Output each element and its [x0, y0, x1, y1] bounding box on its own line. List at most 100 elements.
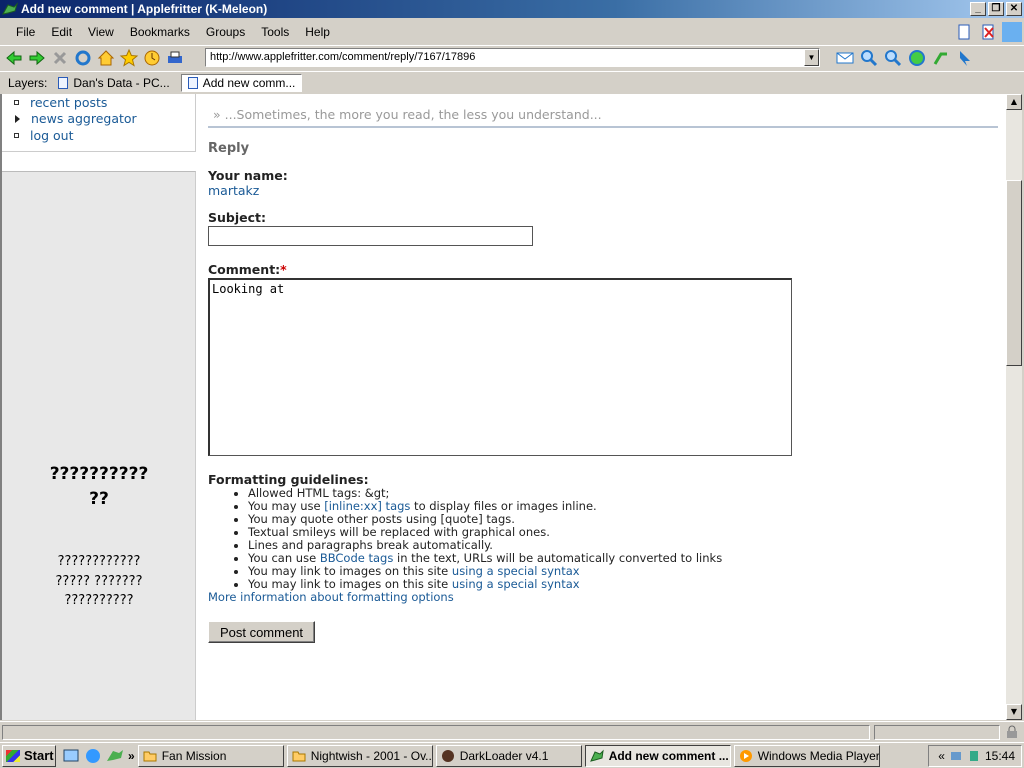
more-formatting-info-link[interactable]: More information about formatting option… [208, 591, 998, 604]
layer-tab-add-comment[interactable]: Add new comm... [180, 73, 303, 92]
tray-expand-icon[interactable]: « [938, 749, 945, 763]
more-quick-launch-icon[interactable]: » [128, 749, 135, 763]
special-syntax-link[interactable]: using a special syntax [452, 564, 580, 578]
menu-groups[interactable]: Groups [206, 25, 245, 39]
guideline-text: You may link to images on this site [248, 577, 452, 591]
menu-tools[interactable]: Tools [261, 25, 289, 39]
kmeleon-icon [2, 2, 18, 15]
zoom-out-icon[interactable] [883, 48, 903, 68]
subject-input[interactable] [208, 226, 533, 246]
task-fan-mission[interactable]: Fan Mission [137, 744, 284, 767]
guideline-text: You may use [248, 499, 325, 513]
bookmark-star-icon[interactable] [119, 48, 139, 68]
close-button[interactable]: ✕ [1006, 2, 1022, 16]
task-label: Nightwish - 2001 - Ov... [310, 748, 433, 763]
layer-tab-dans-data[interactable]: Dan's Data - PC... [51, 74, 176, 92]
sidebar-item-recent-posts[interactable]: recent posts [14, 94, 195, 111]
task-label: DarkLoader v4.1 [459, 748, 549, 763]
guideline-text: You may link to images on this site [248, 564, 452, 578]
document-icon [58, 76, 69, 89]
sidebar-heading: ?????????? ?? [2, 462, 196, 512]
cursor-icon[interactable] [955, 48, 975, 68]
guideline-text: Allowed HTML tags: &gt; [248, 486, 390, 500]
your-name-value[interactable]: martakz [208, 183, 998, 198]
task-label: Fan Mission [161, 748, 227, 763]
minimize-button[interactable]: _ [970, 2, 986, 16]
comment-label-text: Comment: [208, 262, 281, 277]
comment-textarea[interactable]: Looking at [208, 278, 792, 456]
url-input[interactable]: http://www.applefritter.com/comment/repl… [205, 48, 820, 67]
menu-edit[interactable]: Edit [51, 25, 72, 39]
globe-icon[interactable] [907, 48, 927, 68]
task-label: Add new comment ... [608, 748, 729, 763]
bbcode-tags-link[interactable]: BBCode tags [320, 551, 394, 565]
folder-icon [292, 751, 306, 761]
comment-label: Comment:* [208, 262, 998, 277]
menu-help[interactable]: Help [305, 25, 330, 39]
quick-launch: » [62, 747, 135, 765]
formatting-guidelines-label: Formatting guidelines: [208, 472, 369, 487]
back-icon[interactable] [4, 48, 24, 68]
sidebar-link[interactable]: log out [30, 128, 74, 143]
document-icon [187, 76, 198, 89]
home-icon[interactable] [96, 48, 116, 68]
guideline-text: to display files or images inline. [410, 499, 597, 513]
sidebar-heading-line: ?????????? [49, 464, 149, 484]
url-dropdown-button[interactable]: ▼ [804, 49, 819, 66]
menu-file[interactable]: File [16, 25, 35, 39]
network-icon[interactable] [949, 749, 963, 763]
reload-icon[interactable] [73, 48, 93, 68]
lock-icon [1007, 725, 1017, 738]
print-icon[interactable] [165, 48, 185, 68]
sidebar-link[interactable]: news aggregator [31, 111, 137, 126]
new-layer-icon[interactable] [954, 22, 974, 42]
forward-icon[interactable] [27, 48, 47, 68]
sidebar-item-news-aggregator[interactable]: news aggregator [14, 111, 195, 128]
menu-bookmarks[interactable]: Bookmarks [130, 25, 190, 39]
main-form-area: » ...Sometimes, the more you read, the l… [208, 94, 998, 643]
guideline-text: in the text, URLs will be automatically … [393, 551, 723, 565]
kmeleon-launch-icon[interactable] [106, 747, 124, 765]
scroll-thumb[interactable] [1006, 180, 1022, 366]
sidebar-text: ???????????? ????? ??????? ?????????? [2, 552, 196, 611]
restore-button[interactable]: ❐ [988, 2, 1004, 16]
menu-bar: File Edit View Bookmarks Groups Tools He… [0, 22, 1024, 42]
scroll-up-button[interactable]: ▲ [1006, 94, 1022, 110]
your-name-label: Your name: [208, 168, 288, 183]
navigation-toolbar: http://www.applefritter.com/comment/repl… [0, 45, 1024, 69]
folder-icon [143, 751, 157, 761]
menu-view[interactable]: View [88, 25, 114, 39]
history-icon[interactable] [142, 48, 162, 68]
volume-icon[interactable] [967, 749, 981, 763]
zoom-in-icon[interactable] [859, 48, 879, 68]
task-windows-media-player[interactable]: Windows Media Player [733, 744, 880, 767]
throbber-icon [1002, 22, 1022, 42]
sidebar-item-log-out[interactable]: log out [14, 127, 195, 144]
layer-tab-label: Add new comm... [202, 75, 296, 90]
expand-arrow-icon[interactable] [15, 114, 20, 123]
close-layer-icon[interactable] [978, 22, 998, 42]
formatting-guidelines-list: Allowed HTML tags: &gt; You may use [inl… [208, 487, 998, 591]
url-text: http://www.applefritter.com/comment/repl… [210, 51, 476, 63]
stop-icon[interactable] [50, 48, 70, 68]
scroll-down-button[interactable]: ▼ [1006, 704, 1022, 720]
internet-explorer-icon[interactable] [84, 747, 102, 765]
sidebar-link[interactable]: recent posts [30, 95, 107, 110]
start-button[interactable]: Start [2, 744, 56, 767]
mail-icon[interactable] [835, 48, 855, 68]
go-icon[interactable] [931, 48, 951, 68]
special-syntax-link[interactable]: using a special syntax [452, 577, 580, 591]
system-tray: « 15:44 [928, 745, 1022, 767]
title-bar[interactable]: Add new comment | Applefritter (K-Meleon… [0, 0, 1024, 18]
show-desktop-icon[interactable] [62, 747, 80, 765]
task-darkloader[interactable]: DarkLoader v4.1 [435, 744, 582, 767]
subject-label: Subject: [208, 210, 266, 225]
post-comment-button[interactable]: Post comment [208, 621, 315, 643]
task-add-new-comment[interactable]: Add new comment ... [584, 744, 731, 767]
clock[interactable]: 15:44 [985, 749, 1015, 763]
task-nightwish[interactable]: Nightwish - 2001 - Ov... [286, 744, 433, 767]
inline-tags-link[interactable]: [inline:xx] tags [324, 499, 410, 513]
vertical-scrollbar[interactable]: ▲ ▼ [1006, 94, 1022, 720]
sidebar-heading-line: ?? [89, 489, 109, 509]
bullet-icon [14, 132, 19, 138]
